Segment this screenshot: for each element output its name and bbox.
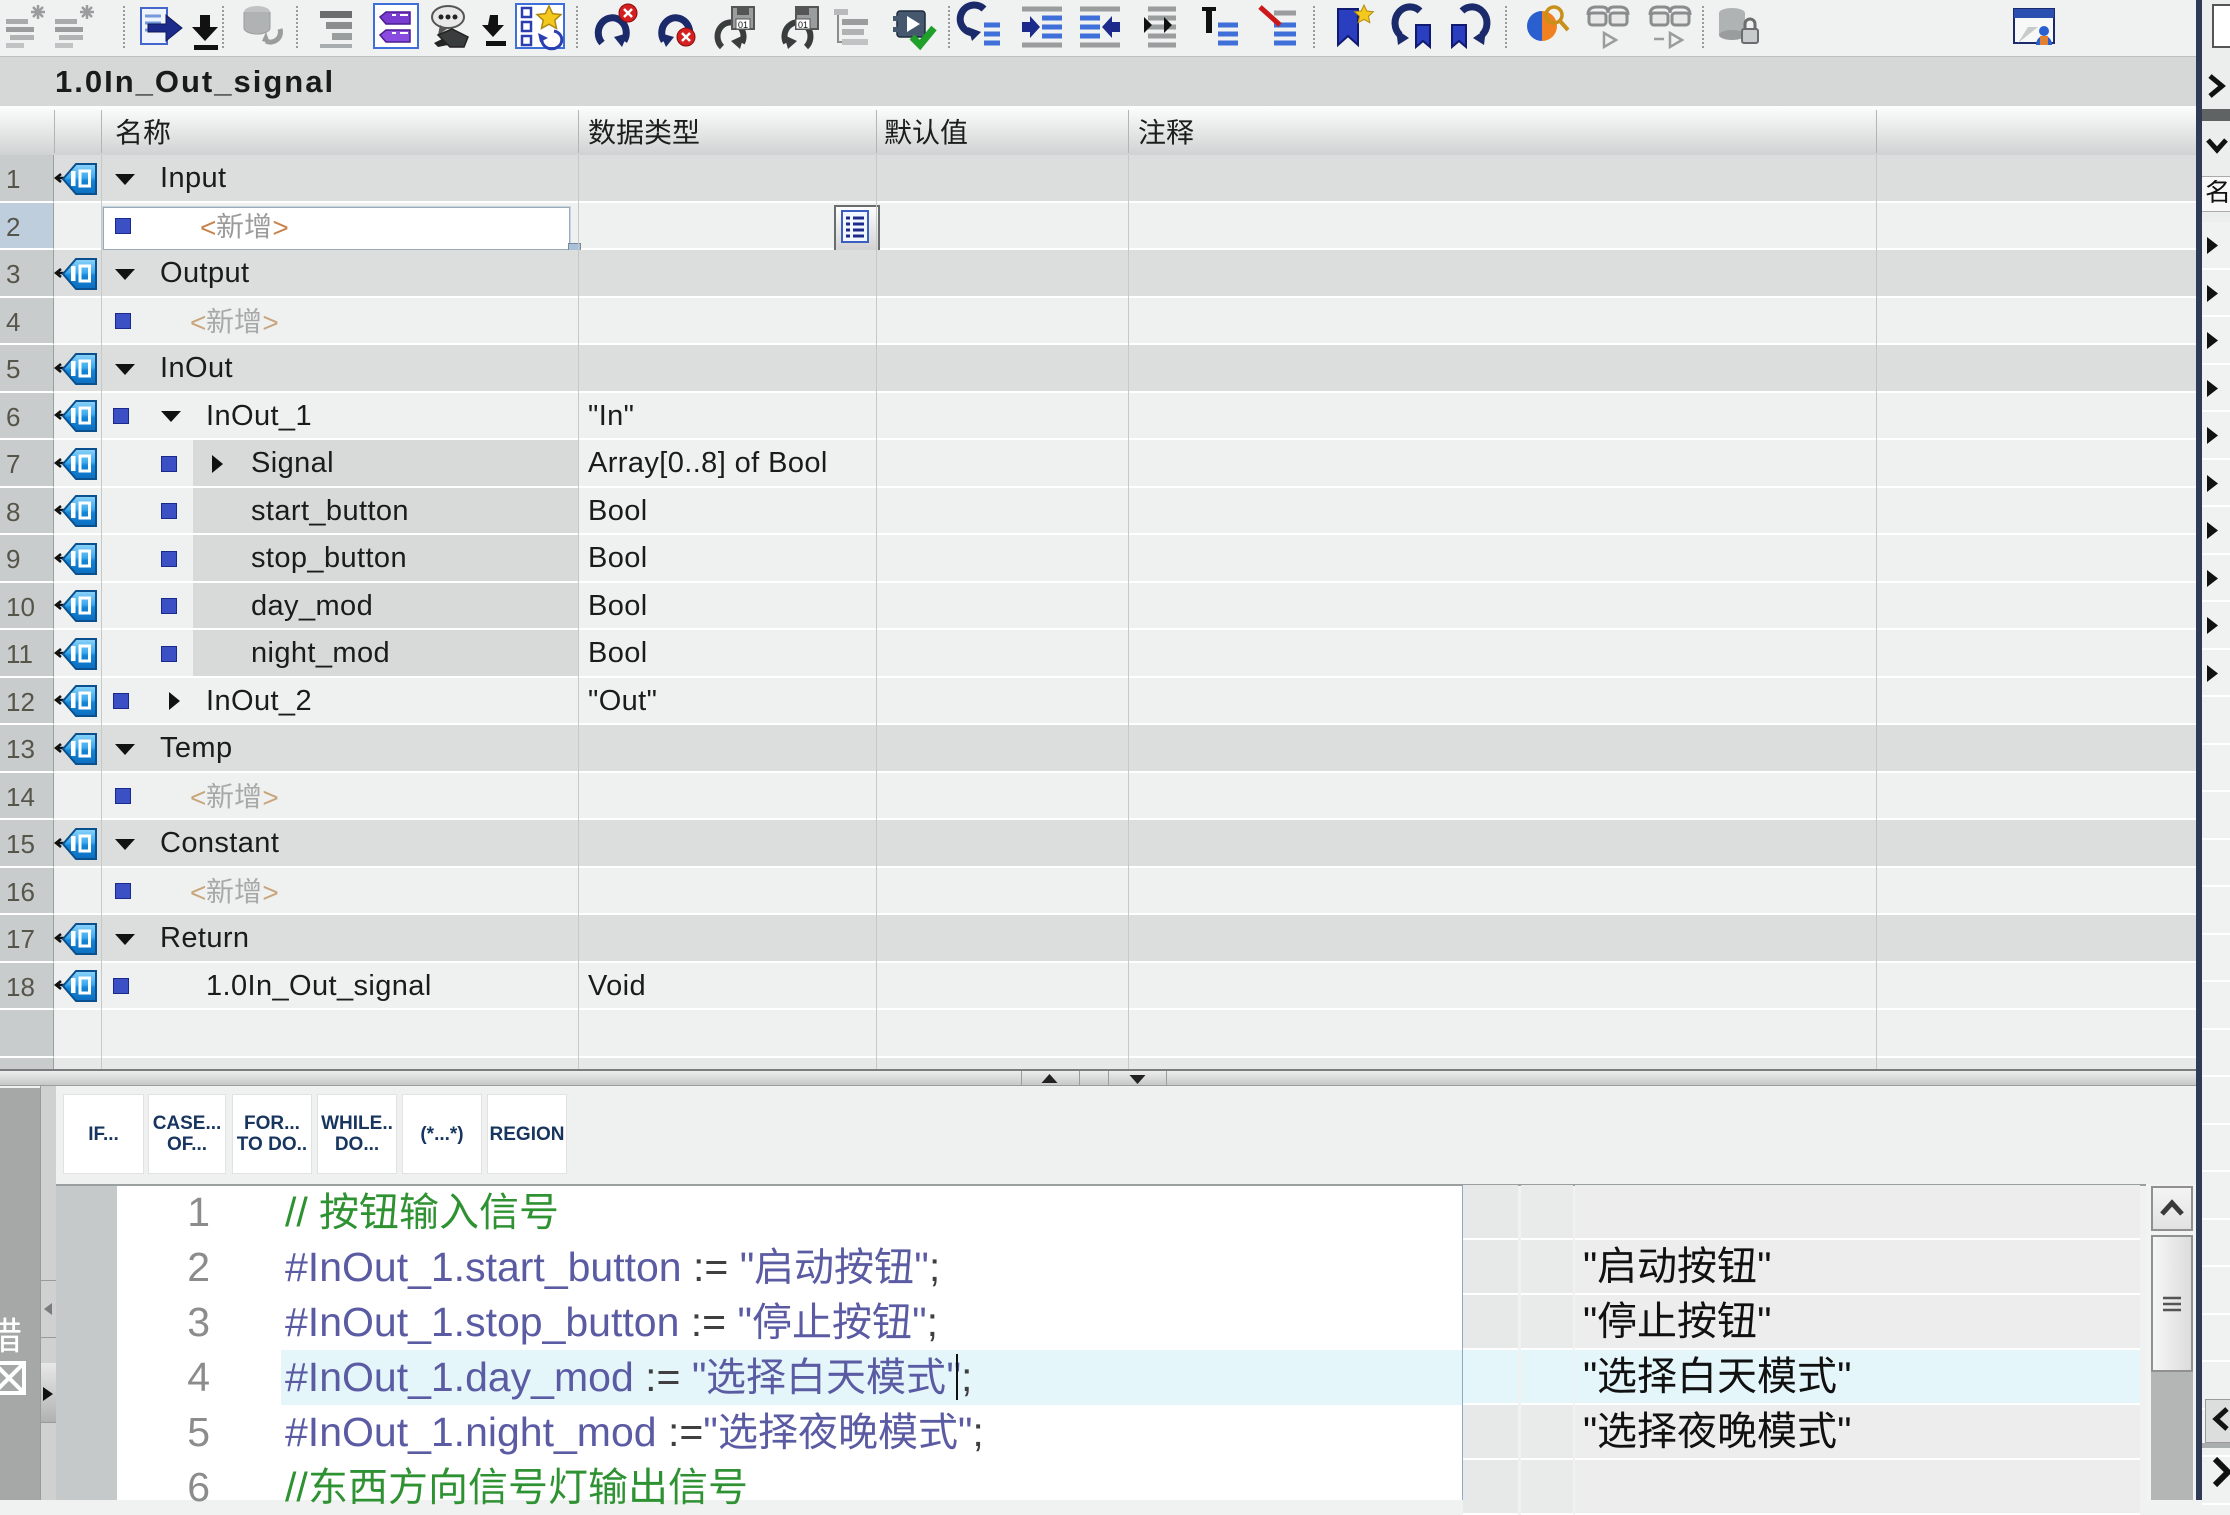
svg-text:01: 01 [738, 20, 748, 30]
svg-text:01: 01 [798, 20, 808, 30]
